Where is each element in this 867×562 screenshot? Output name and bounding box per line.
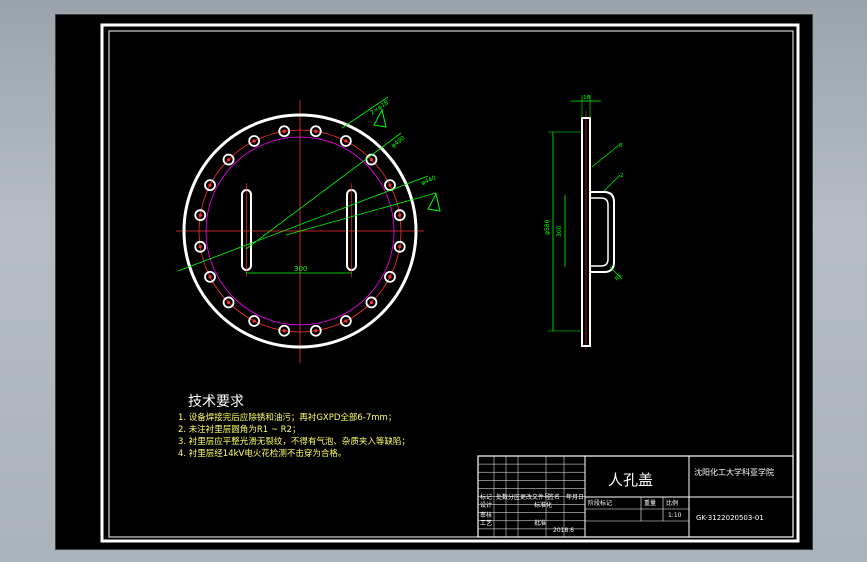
row-process: 工艺 xyxy=(480,519,492,527)
bolt-hole-center xyxy=(388,275,392,279)
tech-req-2: 2. 未注衬里层圆角为R1 ~ R2； xyxy=(178,424,300,435)
bolt-hole-center xyxy=(314,329,318,333)
bolt-hole-center xyxy=(198,213,202,217)
side-inner-dim: 300 xyxy=(556,225,563,237)
pcd-leader xyxy=(245,132,402,250)
callout-2-leader xyxy=(603,174,621,192)
school-name: 沈阳化工大学科亚学院 xyxy=(694,467,774,477)
bolt-hole-center xyxy=(226,157,231,162)
inner-frame xyxy=(108,30,794,538)
side-left-dim: φ580 xyxy=(544,219,551,235)
row-design: 设计 xyxy=(480,501,492,509)
bolt-hole-center xyxy=(314,129,318,133)
bolt-hole-center xyxy=(388,183,392,187)
drawing-number: GK-3122020503-01 xyxy=(696,514,764,522)
header-zone: 分区 xyxy=(508,493,520,501)
title-block: 人孔盖 沈阳化工大学科亚学院 GK-3122020503-01 阶段标记 重量 … xyxy=(477,455,794,538)
bolt-hole-center xyxy=(398,245,402,249)
tech-req-1: 1. 设备焊接完后应除锈和油污；再衬GXPD全部6-7mm； xyxy=(178,412,396,423)
row-approve: 批准 xyxy=(534,519,546,527)
part-name: 人孔盖 xyxy=(608,471,653,489)
slot-span-label: 300 xyxy=(294,265,307,273)
header-date: 年月日 xyxy=(566,493,584,501)
bolt-hole-center xyxy=(344,319,348,323)
date-value: 2018.6 xyxy=(553,527,574,534)
bolt-hole-center xyxy=(344,139,348,143)
row-standard: 标准化 xyxy=(534,501,552,509)
outer-frame xyxy=(100,23,800,543)
header-count: 处数 xyxy=(496,493,508,501)
tech-req-4: 4. 衬里层经14kV电火花检测不击穿为合格。 xyxy=(178,448,346,459)
handle-inner xyxy=(590,197,609,267)
stage-label: 阶段标记 xyxy=(588,499,612,507)
weight-label: 重量 xyxy=(644,499,656,507)
scale-label: 比例 xyxy=(666,499,678,507)
header-sign: 签名 xyxy=(548,493,560,501)
header-mark: 标记 xyxy=(480,493,492,501)
bolt-hole-center xyxy=(226,300,231,305)
callout-1: 8 xyxy=(619,143,623,149)
side-view: φ580 300 18 8 2 R5 xyxy=(544,95,624,349)
row-review: 审核 xyxy=(480,511,492,519)
front-view: 300 φ490 φ440 2×φ18 xyxy=(176,96,441,363)
drawing-canvas: 300 φ490 φ440 2×φ18 φ580 300 18 8 2 R5 技… xyxy=(100,23,800,543)
bolt-hole-center xyxy=(208,183,212,187)
bolt-hole-center xyxy=(282,329,286,333)
bolt-hole-center xyxy=(252,319,256,323)
scale-value: 1:10 xyxy=(668,512,682,519)
header-change-doc: 更改文件号 xyxy=(520,493,550,501)
bolt-hole-center xyxy=(198,245,202,249)
top-dim-label: 18 xyxy=(583,95,590,101)
tech-req-3: 3. 衬里层应平整光滑无裂纹，不得有气泡、杂质夹入等缺陷； xyxy=(178,436,410,447)
bolt-hole-center xyxy=(282,129,286,133)
bolt-hole-center xyxy=(398,213,402,217)
handle-outer xyxy=(590,191,615,273)
bolt-hole-center xyxy=(369,157,374,162)
tech-requirements: 技术要求 1. 设备焊接完后应除锈和油污；再衬GXPD全部6-7mm； 2. 未… xyxy=(178,394,410,459)
pcd-label: φ490 xyxy=(390,135,407,150)
bolt-hole-center xyxy=(252,139,256,143)
callout-1-leader xyxy=(591,144,620,168)
cad-viewport[interactable]: 300 φ490 φ440 2×φ18 φ580 300 18 8 2 R5 技… xyxy=(55,14,813,550)
angle-label: φ440 xyxy=(420,175,437,187)
tech-req-title: 技术要求 xyxy=(188,394,244,410)
section-marker-a2 xyxy=(427,192,441,212)
bolt-hole-center xyxy=(369,300,374,305)
bolt-hole-center xyxy=(208,275,212,279)
callout-2: 2 xyxy=(620,173,624,179)
callout-3: R5 xyxy=(614,273,624,283)
